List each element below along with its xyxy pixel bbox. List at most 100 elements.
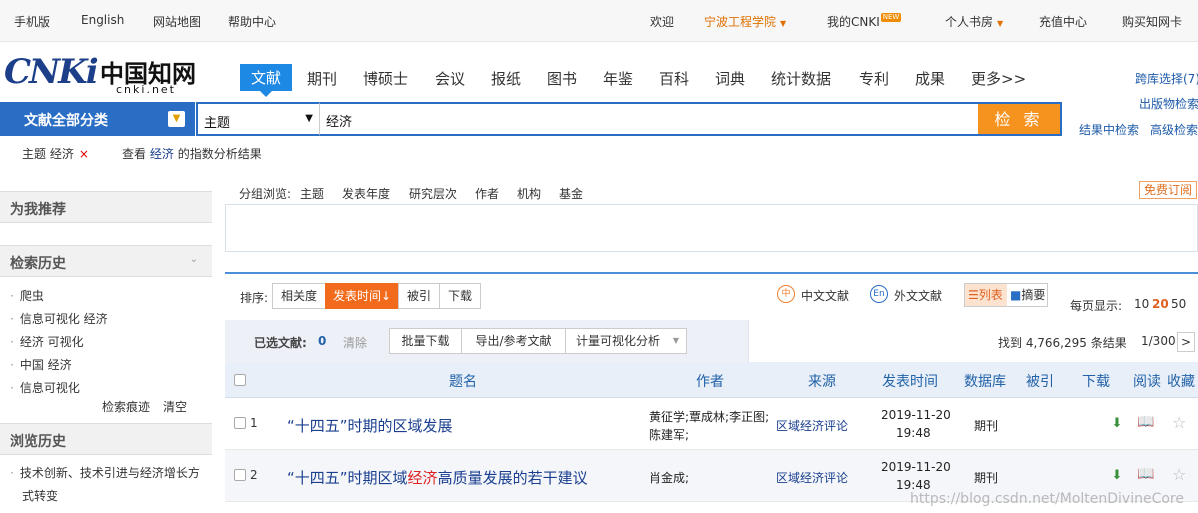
search-input[interactable]: 经济 xyxy=(320,102,980,136)
tab-yearbook[interactable]: 年鉴 xyxy=(603,68,633,89)
buycard-link[interactable]: 购买知网卡 xyxy=(1122,13,1182,30)
search-field-select[interactable]: 主题 ▼ xyxy=(196,102,320,136)
search-trace-link[interactable]: 检索痕迹 xyxy=(102,398,150,415)
tab-dictionary[interactable]: 词典 xyxy=(715,68,745,89)
per-page-10[interactable]: 10 xyxy=(1134,297,1149,311)
clear-selection-link[interactable]: 清除 xyxy=(343,334,367,351)
search-history-header[interactable]: 检索历史 ⌄ xyxy=(0,245,212,277)
tab-encyclopedia[interactable]: 百科 xyxy=(659,68,689,89)
export-button[interactable]: 导出/参考文献 xyxy=(461,328,566,354)
mobile-link[interactable]: 手机版 xyxy=(14,13,50,30)
read-book-icon[interactable]: 📖 xyxy=(1137,414,1154,430)
visualize-button[interactable]: 计量可视化分析 ▼ xyxy=(565,328,687,354)
col-cited[interactable]: 被引 xyxy=(1026,371,1054,391)
col-title[interactable]: 题名 xyxy=(449,371,477,391)
source-link[interactable]: 区域经济评论 xyxy=(776,469,848,486)
tab-literature[interactable]: 文献 xyxy=(240,64,293,97)
group-fund[interactable]: 基金 xyxy=(559,185,583,202)
search-in-results-link[interactable]: 结果中检索 xyxy=(1079,121,1139,138)
english-link[interactable]: English xyxy=(81,13,124,27)
recommend-header[interactable]: 为我推荐 xyxy=(0,191,212,223)
tab-achievement[interactable]: 成果 xyxy=(915,68,945,89)
read-book-icon[interactable]: 📖 xyxy=(1137,466,1154,482)
tab-statistics[interactable]: 统计数据 xyxy=(771,68,831,89)
group-topic[interactable]: 主题 xyxy=(300,185,324,202)
col-download[interactable]: 下载 xyxy=(1082,371,1110,391)
browse-item[interactable]: 技术创新、技术引进与经济增长方 xyxy=(10,464,200,481)
tab-conference[interactable]: 会议 xyxy=(435,68,465,89)
advanced-search-link[interactable]: 高级检索 xyxy=(1150,121,1198,138)
per-page-50[interactable]: 50 xyxy=(1171,297,1186,311)
institution-menu[interactable]: 宁波工程学院 ▼ xyxy=(704,13,786,30)
source-link[interactable]: 区域经济评论 xyxy=(776,417,848,434)
author-list-continued[interactable]: 陈建军; xyxy=(649,426,689,443)
cnki-logo[interactable]: CNKi 中国知网 cnki.net xyxy=(4,52,214,98)
free-subscribe-button[interactable]: 免费订阅 xyxy=(1139,181,1197,199)
group-level[interactable]: 研究层次 xyxy=(409,185,457,202)
group-author[interactable]: 作者 xyxy=(475,185,499,202)
help-link[interactable]: 帮助中心 xyxy=(228,13,276,30)
browse-item-continued[interactable]: 式转变 xyxy=(22,487,58,504)
browse-history-header[interactable]: 浏览历史 xyxy=(0,423,212,455)
next-page-button[interactable]: > xyxy=(1177,332,1195,352)
tab-patent[interactable]: 专利 xyxy=(859,68,889,89)
personal-menu[interactable]: 个人书房 ▼ xyxy=(945,13,1003,30)
download-icon[interactable]: ⬇ xyxy=(1110,417,1124,431)
col-favorite[interactable]: 收藏 xyxy=(1167,371,1195,391)
history-item[interactable]: 信息可视化 经济 xyxy=(10,310,108,327)
row-checkbox[interactable] xyxy=(234,469,246,481)
author-list[interactable]: 肖金成; xyxy=(649,469,689,486)
select-all-checkbox[interactable] xyxy=(234,374,246,386)
favorite-star-icon[interactable]: ☆ xyxy=(1172,413,1186,432)
list-icon: ☰ xyxy=(968,288,979,302)
col-database[interactable]: 数据库 xyxy=(964,371,1006,391)
batch-download-button[interactable]: 批量下载 xyxy=(389,328,462,354)
chevron-down-icon[interactable]: ⌄ xyxy=(190,254,198,265)
article-title-link[interactable]: “十四五”时期的区域发展 xyxy=(287,415,453,436)
article-title-link[interactable]: “十四五”时期区域经济高质量发展的若干建议 xyxy=(287,467,588,488)
per-page-20[interactable]: 20 xyxy=(1152,297,1169,311)
history-item[interactable]: 信息可视化 xyxy=(10,379,80,396)
index-analysis-link[interactable]: 查看 经济 的指数分析结果 xyxy=(122,145,262,162)
tab-journal[interactable]: 期刊 xyxy=(307,68,337,89)
recharge-link[interactable]: 充值中心 xyxy=(1039,13,1087,30)
col-date[interactable]: 发表时间 xyxy=(882,371,938,391)
group-institution[interactable]: 机构 xyxy=(517,185,541,202)
tab-thesis[interactable]: 博硕士 xyxy=(363,68,408,89)
sort-download[interactable]: 下载 xyxy=(439,283,481,309)
sort-cited[interactable]: 被引 xyxy=(398,283,440,309)
history-item[interactable]: 经济 可视化 xyxy=(10,333,84,350)
tab-newspaper[interactable]: 报纸 xyxy=(491,68,521,89)
chinese-literature-filter[interactable]: 中文文献 xyxy=(801,287,849,304)
search-field-value: 主题 xyxy=(204,116,231,131)
col-read[interactable]: 阅读 xyxy=(1133,371,1161,391)
group-year[interactable]: 发表年度 xyxy=(342,185,390,202)
row-checkbox[interactable] xyxy=(234,417,246,429)
col-source[interactable]: 来源 xyxy=(808,371,836,391)
history-item[interactable]: 中国 经济 xyxy=(10,356,72,373)
col-author[interactable]: 作者 xyxy=(696,371,724,391)
download-icon[interactable]: ⬇ xyxy=(1110,469,1124,483)
tab-more[interactable]: 更多>> xyxy=(971,68,1026,89)
author-list[interactable]: 黄征学;覃成林;李正图; xyxy=(649,408,769,425)
query-tag[interactable]: 主题 经济 × xyxy=(22,145,89,162)
sort-relevance[interactable]: 相关度 xyxy=(272,283,326,309)
view-list-button[interactable]: ☰列表 xyxy=(965,284,1007,306)
clear-history-link[interactable]: 清空 xyxy=(163,398,187,415)
favorite-star-icon[interactable]: ☆ xyxy=(1172,465,1186,484)
cross-database-link[interactable]: 跨库选择(7) xyxy=(1135,70,1198,87)
close-icon[interactable]: × xyxy=(79,147,89,161)
view-abstract-button[interactable]: ■摘要 xyxy=(1007,284,1049,306)
sort-date[interactable]: 发表时间↓ xyxy=(325,283,399,309)
publication-search-link[interactable]: 出版物检索 xyxy=(1139,95,1198,112)
category-dropdown[interactable]: 文献全部分类 ▼ xyxy=(0,102,195,136)
history-item[interactable]: 爬虫 xyxy=(10,287,44,304)
chevron-down-icon: ▼ xyxy=(672,336,679,345)
mycnki-link[interactable]: 我的CNKI NEW xyxy=(827,13,902,30)
search-button[interactable]: 检 索 xyxy=(978,102,1062,136)
sitemap-link[interactable]: 网站地图 xyxy=(153,13,201,30)
database-type: 期刊 xyxy=(974,471,999,485)
tab-book[interactable]: 图书 xyxy=(547,68,577,89)
selected-count: 0 xyxy=(318,334,327,348)
foreign-literature-filter[interactable]: 外文文献 xyxy=(894,287,942,304)
